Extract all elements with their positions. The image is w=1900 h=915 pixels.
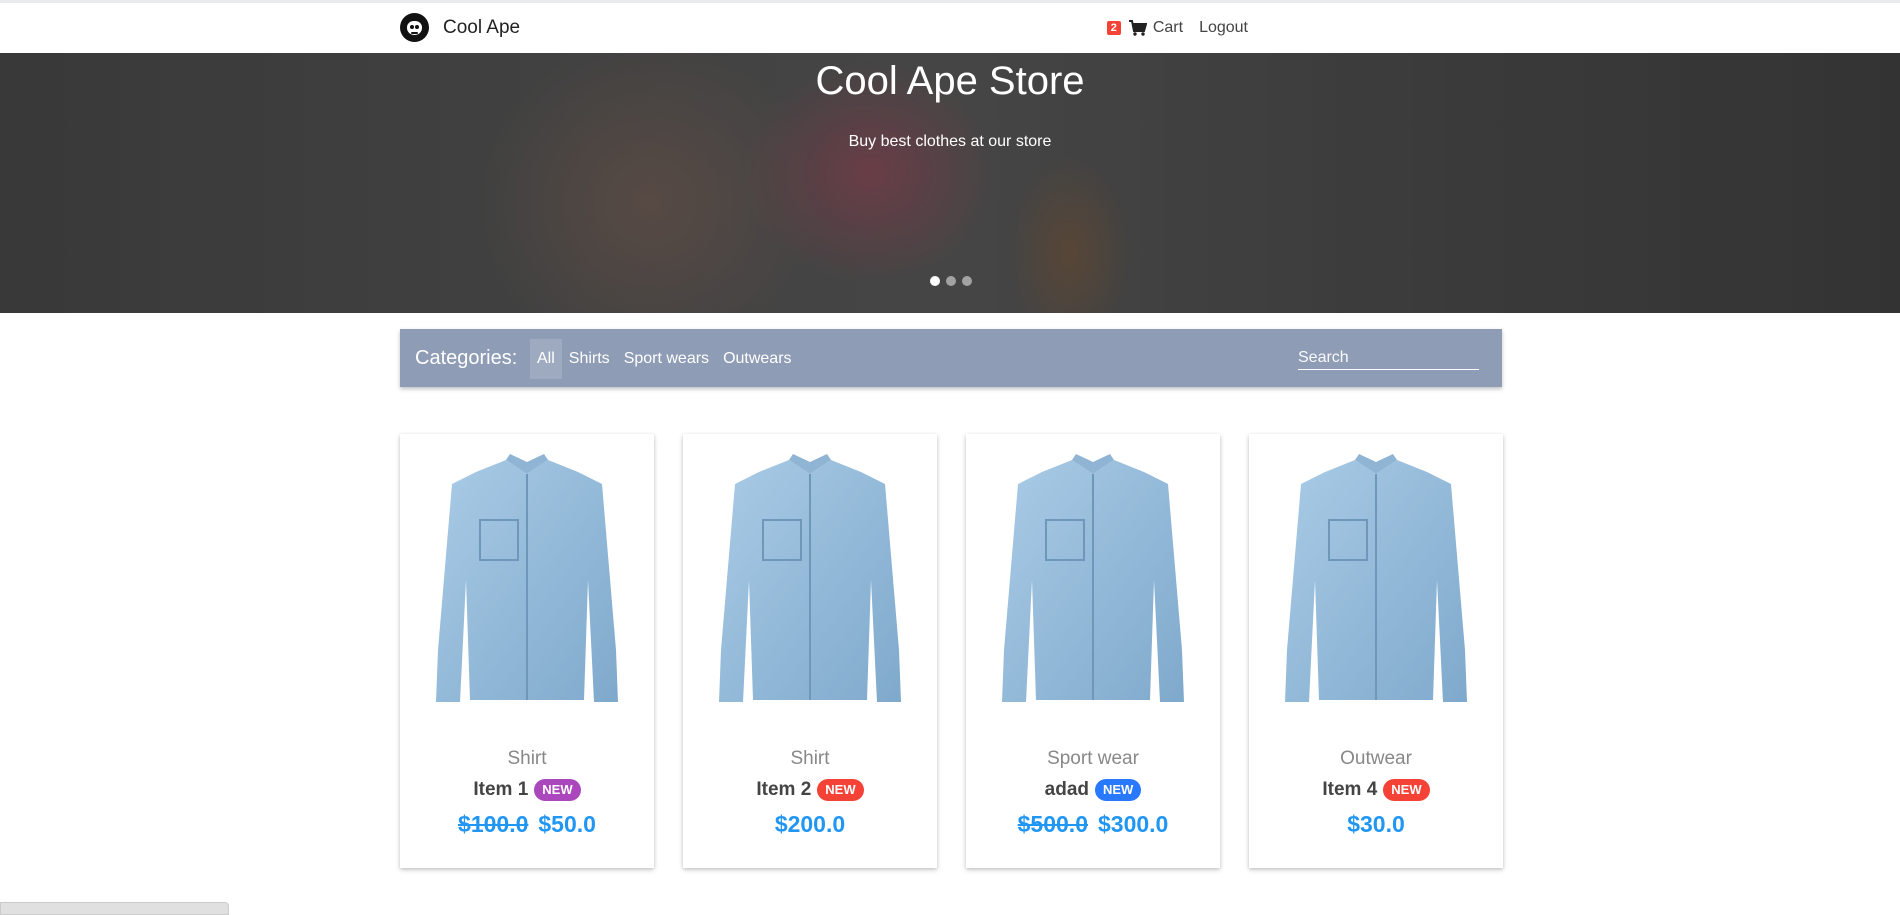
category-bar: Categories: All Shirts Sport wears Outwe… xyxy=(400,329,1502,387)
product-card[interactable]: Shirt Item 1 NEW $100.0 $50.0 xyxy=(400,434,654,868)
product-prices: $200.0 xyxy=(683,811,937,838)
category-shirts[interactable]: Shirts xyxy=(562,339,617,379)
price: $300.0 xyxy=(1098,811,1169,837)
shirt-image xyxy=(1002,454,1184,702)
category-sport-wears[interactable]: Sport wears xyxy=(617,339,716,379)
product-name-row: Item 2 NEW xyxy=(683,779,937,801)
product-name-row: Item 4 NEW xyxy=(1249,779,1503,801)
price: $50.0 xyxy=(538,811,596,837)
nav-right: 2 Cart Logout xyxy=(1106,19,1248,37)
search-input[interactable] xyxy=(1298,347,1479,370)
carousel-indicator-2[interactable] xyxy=(946,276,956,286)
shirt-image xyxy=(436,454,618,702)
new-badge: NEW xyxy=(1383,779,1430,801)
price: $30.0 xyxy=(1347,811,1405,837)
ape-logo-icon xyxy=(400,13,429,42)
brand-link[interactable]: Cool Ape xyxy=(400,13,520,42)
product-prices: $30.0 xyxy=(1249,811,1503,838)
category-outwears[interactable]: Outwears xyxy=(716,339,798,379)
cart-label: Cart xyxy=(1152,19,1184,36)
navbar: Cool Ape 2 Cart Logout xyxy=(0,3,1900,54)
product-type: Shirt xyxy=(790,748,830,769)
product-card[interactable]: Shirt Item 2 NEW $200.0 xyxy=(683,434,937,868)
carousel-indicator-3[interactable] xyxy=(962,276,972,286)
product-prices: $100.0 $50.0 xyxy=(400,811,654,838)
old-price: $500.0 xyxy=(1017,811,1088,837)
cart-icon xyxy=(1128,20,1147,36)
hero-carousel[interactable]: Cool Ape Store Buy best clothes at our s… xyxy=(0,53,1900,313)
product-name-row: adad NEW xyxy=(966,779,1220,801)
hero-subtitle: Buy best clothes at our store xyxy=(848,133,1052,150)
product-name: Item 4 xyxy=(1322,779,1378,800)
product-type: Sport wear xyxy=(1047,748,1139,769)
product-type: Shirt xyxy=(507,748,547,769)
browser-status-bar xyxy=(0,902,229,915)
new-badge: NEW xyxy=(534,779,581,801)
old-price: $100.0 xyxy=(458,811,529,837)
product-prices: $500.0 $300.0 xyxy=(966,811,1220,838)
carousel-indicator-1[interactable] xyxy=(930,276,940,286)
logout-link[interactable]: Logout xyxy=(1199,19,1248,37)
hero-title: Cool Ape Store xyxy=(815,59,1085,103)
product-type: Outwear xyxy=(1340,748,1412,769)
product-card[interactable]: Sport wear adad NEW $500.0 $300.0 xyxy=(966,434,1220,868)
product-card[interactable]: Outwear Item 4 NEW $30.0 xyxy=(1249,434,1503,868)
cart-count-badge: 2 xyxy=(1106,21,1121,35)
brand-name: Cool Ape xyxy=(443,16,521,38)
category-list: All Shirts Sport wears Outwears xyxy=(530,339,799,379)
category-all[interactable]: All xyxy=(530,339,562,379)
price: $200.0 xyxy=(774,811,846,837)
new-badge: NEW xyxy=(817,779,864,801)
shirt-image xyxy=(719,454,901,702)
product-name: adad xyxy=(1044,779,1089,800)
product-name: Item 2 xyxy=(756,779,812,800)
new-badge: NEW xyxy=(1095,779,1142,801)
cart-link[interactable]: Cart xyxy=(1128,19,1184,37)
product-name: Item 1 xyxy=(473,779,529,800)
shirt-image xyxy=(1285,454,1467,702)
carousel-indicators xyxy=(930,276,972,286)
product-name-row: Item 1 NEW xyxy=(400,779,654,801)
categories-label: Categories: xyxy=(415,347,518,369)
